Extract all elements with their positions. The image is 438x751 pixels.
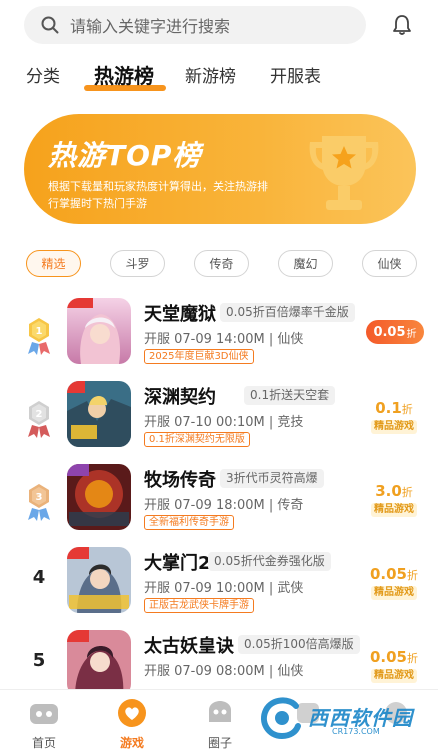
nav-games-label: 游戏	[119, 736, 144, 750]
game-tag: 0.1折送天空套	[244, 386, 336, 405]
filter-chips: 精选 斗罗 传奇 魔幻 仙侠	[0, 250, 438, 278]
game-list-item[interactable]: 4 大掌门2 0.05折代金券强化版 开服 07-09 10:00M | 武侠 …	[0, 547, 438, 619]
game-list-item[interactable]: 3 牧场传奇 3折代币灵符高爆 开服 07-09 18:00M | 传奇 全新福…	[0, 464, 438, 536]
discount-value: 0.1	[375, 399, 402, 417]
discount-unit: 折	[401, 486, 413, 499]
game-name: 牧场传奇	[144, 470, 216, 491]
banner-description: 根据下载量和玩家热度计算得出，关注热游排行掌握时下热门手游	[48, 180, 268, 210]
game-heart-icon	[118, 699, 146, 727]
discount-badge[interactable]: 0.1折 精品游戏	[368, 399, 420, 439]
discount-value: 0.05	[373, 324, 406, 340]
discount-unit: 折	[407, 569, 418, 582]
game-promo: 0.1折深渊契约无限版	[144, 432, 250, 447]
game-tag: 0.05折100倍高爆版	[238, 635, 360, 654]
game-list-item[interactable]: 1 天堂魔狱 0.05折百倍爆率千金版 开服 07-09 14:00M | 仙侠…	[0, 298, 438, 370]
game-name: 深渊契约	[144, 387, 216, 408]
search-input[interactable]: 请输入关键字进行搜索	[24, 6, 366, 44]
tab-new-games[interactable]: 新游榜	[185, 62, 236, 87]
game-promo: 2025年度巨献3D仙侠	[144, 349, 254, 364]
watermark: 西西软件园 CR173.COM	[250, 694, 435, 742]
rank-number: 1	[36, 326, 43, 337]
discount-value: 3.0	[375, 482, 402, 500]
game-icon	[67, 464, 131, 530]
game-tag: 0.05折百倍爆率千金版	[220, 303, 355, 322]
bronze-medal-icon: 3	[28, 484, 50, 521]
tab-hot-games[interactable]: 热游榜	[94, 60, 154, 89]
game-name: 天堂魔狱	[144, 304, 216, 325]
game-icon	[67, 630, 131, 696]
discount-value: 0.05	[369, 565, 407, 583]
hot-top-banner[interactable]: 热游TOP榜 根据下载量和玩家热度计算得出，关注热游排行掌握时下热门手游	[24, 114, 416, 224]
tab-category[interactable]: 分类	[26, 62, 60, 87]
search-row: 请输入关键字进行搜索	[0, 0, 438, 52]
discount-badge[interactable]: 0.05折 精品游戏	[368, 565, 420, 605]
silver-medal-icon: 2	[28, 401, 50, 438]
discount-badge[interactable]: 3.0折 精品游戏	[368, 482, 420, 522]
game-meta: 开服 07-09 14:00M | 仙侠	[144, 332, 304, 347]
watermark-sub: CR173.COM	[332, 727, 380, 736]
tab-server-list[interactable]: 开服表	[270, 62, 321, 87]
game-name: 大掌门2	[144, 553, 211, 574]
trophy-icon	[309, 136, 379, 210]
game-icon	[67, 298, 131, 364]
home-icon	[30, 704, 58, 724]
quality-badge: 精品游戏	[371, 503, 417, 517]
discount-badge[interactable]: 0.05 折	[366, 320, 424, 344]
nav-circle[interactable]: 圈子	[190, 698, 250, 751]
nav-home-label: 首页	[31, 736, 56, 750]
circle-icon	[209, 701, 231, 722]
quality-badge: 精品游戏	[371, 420, 417, 434]
filter-chip-douluo[interactable]: 斗罗	[110, 250, 165, 277]
game-promo: 全新福利传奇手游	[144, 515, 234, 530]
game-tag: 0.05折代金券强化版	[208, 552, 331, 571]
discount-badge[interactable]: 0.05折 精品游戏	[368, 648, 420, 688]
game-promo: 正版古龙武侠卡牌手游	[144, 598, 254, 613]
game-icon	[67, 547, 131, 613]
game-meta: 开服 07-09 18:00M | 传奇	[144, 498, 304, 513]
quality-badge: 精品游戏	[371, 586, 417, 600]
game-tag: 3折代币灵符高爆	[220, 469, 324, 488]
rank-number: 3	[36, 492, 43, 503]
discount-unit: 折	[406, 328, 417, 340]
nav-home[interactable]: 首页	[14, 698, 74, 751]
game-name: 太古妖皇诀	[144, 636, 234, 657]
rank-number: 2	[36, 409, 43, 420]
game-icon	[67, 381, 131, 447]
watermark-logo-icon	[261, 697, 301, 740]
gold-medal-icon: 1	[28, 318, 50, 355]
nav-games[interactable]: 游戏	[102, 698, 162, 751]
bell-icon[interactable]	[390, 13, 414, 37]
nav-circle-label: 圈子	[207, 736, 232, 750]
game-list-item[interactable]: 2 深渊契约 0.1折送天空套 开服 07-10 00:10M | 竞技 0.1…	[0, 381, 438, 453]
search-placeholder: 请输入关键字进行搜索	[70, 17, 231, 36]
discount-unit: 折	[401, 403, 413, 416]
filter-chip-featured[interactable]: 精选	[26, 250, 81, 277]
filter-chip-xianxia[interactable]: 仙侠	[362, 250, 417, 277]
top-tabs: 分类 热游榜 新游榜 开服表	[0, 62, 438, 96]
game-meta: 开服 07-09 08:00M | 仙侠	[144, 664, 304, 679]
rank-number: 4	[32, 567, 46, 588]
game-meta: 开服 07-10 00:10M | 竞技	[144, 415, 304, 430]
rank-number: 5	[32, 650, 46, 671]
quality-badge: 精品游戏	[371, 669, 417, 683]
discount-value: 0.05	[369, 648, 407, 666]
banner-title: 热游TOP榜	[48, 139, 202, 172]
filter-chip-legend[interactable]: 传奇	[194, 250, 249, 277]
discount-unit: 折	[407, 652, 418, 665]
filter-chip-fantasy[interactable]: 魔幻	[278, 250, 333, 277]
game-meta: 开服 07-09 10:00M | 武侠	[144, 581, 304, 596]
search-icon	[41, 16, 59, 34]
